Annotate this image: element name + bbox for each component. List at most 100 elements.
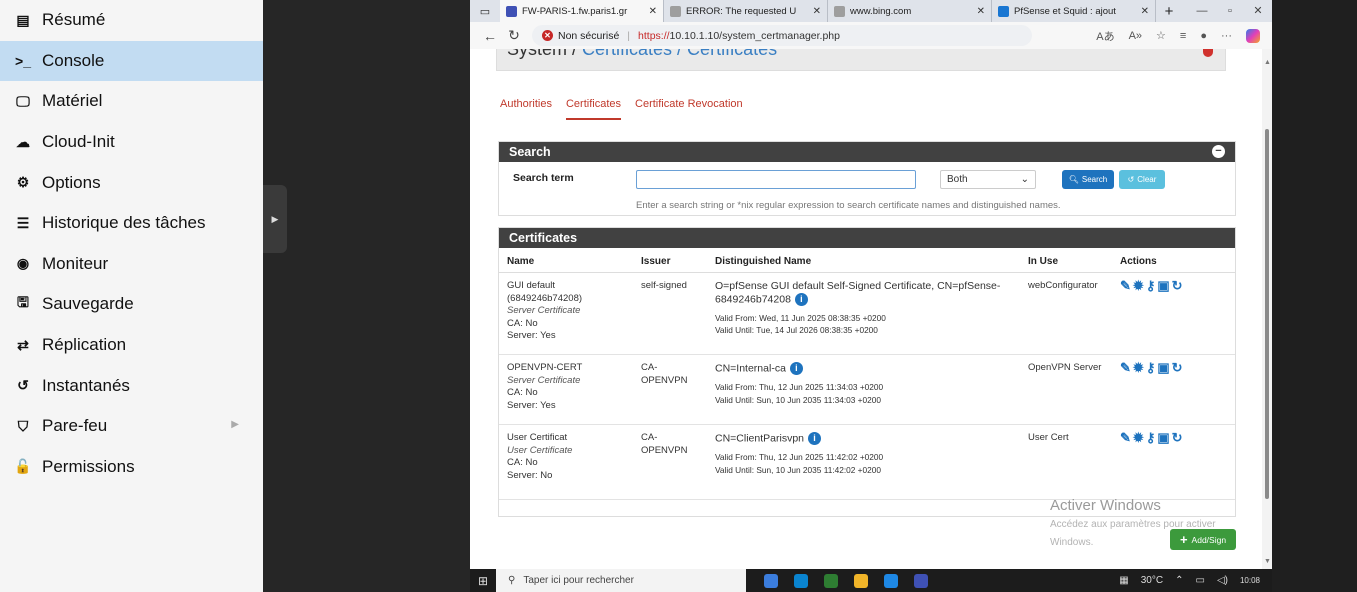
gear-icon[interactable]: ✹ [1133,360,1144,376]
browser-tab[interactable]: PfSense et Squid : ajout ✕ [992,0,1156,22]
sidebar-item-permissions[interactable]: 🔓 Permissions [0,447,263,488]
sidebar-item-console[interactable]: >_ Console [0,40,263,82]
dark-background [263,0,470,592]
sidebar-item-mat-riel[interactable]: 🖵 Matériel [0,81,263,122]
cert-server: Server: Yes [507,330,556,341]
info-icon[interactable]: i [789,362,803,375]
more-icon[interactable]: ··· [1221,30,1232,42]
key-icon[interactable]: ⚷ [1146,278,1156,294]
taskbar-app-icon[interactable] [764,573,778,588]
gear-icon[interactable]: ✹ [1133,430,1144,446]
breadcrumb-prefix: System / [507,49,578,59]
breadcrumb-links[interactable]: Certificates / Certificates [582,49,777,59]
page-scrollbar[interactable]: ▲ ▼ [1262,49,1272,569]
pve-sidebar: ▤ Résumé >_ Console 🖵 Matériel ☁ Cloud-Init ⚙ Opt… [0,0,263,592]
sidebar-item-r-sum-[interactable]: ▤ Résumé [0,0,263,41]
refresh-icon[interactable]: ↻ [502,27,526,44]
edit-icon[interactable]: ✎ [1120,360,1131,376]
collections-icon[interactable]: ≡ [1180,30,1186,42]
close-window-icon[interactable]: ✕ [1244,0,1272,22]
cert-issuer-cell: self-signed [641,280,687,293]
key-icon[interactable]: ⚷ [1146,360,1156,376]
search-term-label: Search term [513,172,574,184]
sidebar-item-historique-des-t-ches[interactable]: ☰ Historique des tâches [0,203,263,244]
close-tab-icon[interactable]: ✕ [977,6,985,17]
collapse-handle[interactable]: ▶ [263,185,287,253]
trash-icon[interactable]: ▣ [1157,360,1169,376]
collapse-icon[interactable]: − [1212,145,1225,158]
taskbar-app-icon[interactable] [854,573,868,588]
tab-certificates[interactable]: Certificates [565,98,622,120]
sidebar-item-instantan-s[interactable]: ↺ Instantanés [0,365,263,406]
url-scheme: https:// [638,29,670,42]
renew-icon[interactable]: ↻ [1172,360,1183,376]
copilot-icon[interactable] [1246,28,1260,43]
gear-icon[interactable]: ✹ [1133,278,1144,294]
close-tab-icon[interactable]: ✕ [813,6,821,17]
trash-icon[interactable]: ▣ [1157,278,1169,294]
cert-dn-text: 6849246b74208 [715,292,791,305]
close-tab-icon[interactable]: ✕ [649,6,657,17]
clock[interactable]: 10:08 [1240,576,1260,585]
edit-icon[interactable]: ✎ [1120,278,1131,294]
sidebar-item-options[interactable]: ⚙ Options [0,162,263,203]
new-tab-button[interactable]: + [1156,3,1182,20]
sidebar-item-label: Options [42,172,101,192]
maximize-icon[interactable]: ▫ [1216,0,1244,22]
table-header: Name Issuer Distinguished Name In Use Action… [499,248,1235,273]
sidebar-item-cloud-init[interactable]: ☁ Cloud-Init [0,122,263,163]
cert-actions: ✎ ✹ ⚷ ▣ ↻ [1120,278,1183,294]
sidebar-item-r-plication[interactable]: ⇄ Réplication [0,325,263,366]
browser-tab[interactable]: www.bing.com ✕ [828,0,992,22]
windows-start-icon[interactable]: ⊞ [470,574,496,588]
taskbar-app-icon[interactable] [794,573,808,588]
url-path: 10.10.1.10/system_certmanager.php [669,29,840,42]
tab-actions-icon[interactable]: ▭ [470,5,500,18]
favorite-icon[interactable]: ☆ [1156,29,1166,42]
cert-dates: Valid From: Wed, 11 Jun 2025 08:38:35 +0… [715,312,1000,337]
browser-tab[interactable]: FW-PARIS-1.fw.paris1.gr ✕ [500,0,664,22]
clear-button[interactable]: ↺ Clear [1119,170,1165,189]
renew-icon[interactable]: ↻ [1172,430,1183,446]
sidebar-item-moniteur[interactable]: ◉ Moniteur [0,244,263,285]
network-icon[interactable]: ▭ [1195,575,1204,586]
floppy-icon: 🖫 [17,294,29,311]
renew-icon[interactable]: ↻ [1172,278,1183,294]
info-icon[interactable]: i [808,432,821,445]
taskbar-search[interactable]: ⚲ Taper ici pour rechercher [496,569,746,592]
volume-icon[interactable]: ◁) [1217,575,1228,586]
cert-issuer: OPENVPN [641,444,688,456]
cert-name: OPENVPN-CERT [507,362,583,373]
url-field[interactable]: ✕ Non sécurisé | https://10.10.1.10/syst… [532,25,1032,46]
back-icon[interactable]: ← [478,28,502,44]
profile-icon[interactable]: ● [1200,30,1207,42]
search-button[interactable]: 🔍︎ Search [1062,170,1114,189]
sidebar-item-sauvegarde[interactable]: 🖫 Sauvegarde [0,284,263,325]
key-icon[interactable]: ⚷ [1146,430,1156,446]
search-scope-select[interactable]: Both ⌄ [940,170,1036,189]
read-aloud-icon[interactable]: A» [1129,30,1142,42]
address-bar: ← ↻ ✕ Non sécurisé | https://10.10.1.10/… [470,22,1272,49]
minimize-icon[interactable]: — [1188,0,1216,22]
search-input[interactable] [636,170,916,189]
info-icon[interactable]: i [794,292,808,306]
browser-tab[interactable]: ERROR: The requested U ✕ [664,0,828,22]
help-icon[interactable] [1203,49,1213,57]
edit-icon[interactable]: ✎ [1120,430,1131,446]
add-sign-button[interactable]: + Add/Sign [1170,529,1236,550]
tray-chevron-icon[interactable]: ⌃ [1175,575,1183,586]
taskbar-app-icon[interactable] [914,573,928,588]
plus-icon: + [1179,532,1188,547]
tab-certificate-revocation[interactable]: Certificate Revocation [635,98,743,120]
trash-icon[interactable]: ▣ [1157,430,1169,446]
tab-authorities[interactable]: Authorities [500,98,552,120]
close-tab-icon[interactable]: ✕ [1141,6,1149,17]
temperature: 30°C [1140,575,1164,586]
column-header-name: Name [507,256,535,267]
weather-icon[interactable]: ▦ [1119,575,1128,586]
browser-window: ▭ FW-PARIS-1.fw.paris1.gr ✕ ERROR: The req… [470,0,1272,592]
sidebar-item-pare-feu[interactable]: ⛉ Pare-feu ▶ [0,406,263,447]
taskbar-app-icon[interactable] [884,573,898,588]
reader-icon[interactable]: Aあ [1096,28,1114,44]
taskbar-app-icon[interactable] [824,573,838,588]
